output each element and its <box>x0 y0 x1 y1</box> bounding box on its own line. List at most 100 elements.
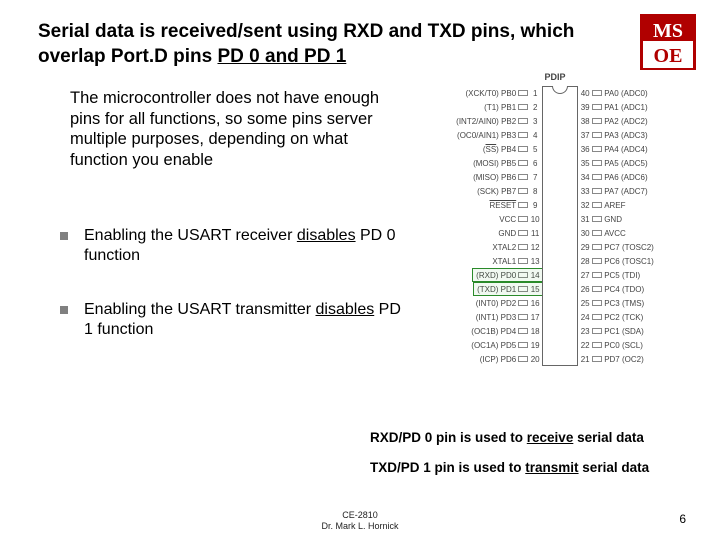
right-pin-column: 40PA0 (ADC0)39PA1 (ADC1)38PA2 (ADC2)37PA… <box>578 86 656 366</box>
pin-row-left: (T1) PB1 2 <box>482 100 542 114</box>
pin-lead <box>592 328 602 334</box>
pin-lead <box>518 314 528 320</box>
pin-label: (T1) PB1 <box>482 103 518 112</box>
pin-lead <box>592 174 602 180</box>
pin-label: (MISO) PB6 <box>471 173 518 182</box>
pin-number: 38 <box>578 117 592 126</box>
pin-number: 2 <box>528 103 542 112</box>
msoe-logo: MS OE <box>640 14 696 70</box>
caption-u: receive <box>527 430 574 445</box>
pin-number: 15 <box>528 285 542 294</box>
pin-lead <box>592 258 602 264</box>
pin-row-right: 38 PA2 (ADC2) <box>578 114 649 128</box>
pin-label: PC2 (TCK) <box>602 313 645 322</box>
pin-label: PA7 (ADC7) <box>602 187 649 196</box>
bullet-pre: Enabling the USART transmitter <box>84 301 316 318</box>
pin-label: (INT0) PD2 <box>474 299 518 308</box>
pin-label: RESET <box>488 201 519 210</box>
pin-number: 39 <box>578 103 592 112</box>
logo-top: MS <box>643 17 693 41</box>
pin-label: (TXD) PD1 <box>475 285 518 294</box>
bullet-list: Enabling the USART receiver disables PD … <box>60 226 410 374</box>
pin-label: (SS) PB4 <box>481 145 518 154</box>
slide-footer: CE-2810 Dr. Mark L. Hornick <box>0 510 720 532</box>
pin-label: (OC1B) PD4 <box>469 327 518 336</box>
pin-number: 34 <box>578 173 592 182</box>
pin-lead <box>592 90 602 96</box>
pin-number: 36 <box>578 145 592 154</box>
pin-number: 37 <box>578 131 592 140</box>
pin-number: 40 <box>578 89 592 98</box>
pin-row-left: (INT0) PD216 <box>474 296 542 310</box>
pin-lead <box>592 104 602 110</box>
pin-lead <box>592 188 602 194</box>
caption-txd: TXD/PD 1 pin is used to transmit serial … <box>370 460 649 475</box>
pin-label: PC1 (SDA) <box>602 327 646 336</box>
pin-lead <box>592 300 602 306</box>
pin-number: 11 <box>528 229 542 238</box>
pin-lead <box>592 132 602 138</box>
pin-label: PD7 (OC2) <box>602 355 646 364</box>
pin-lead <box>592 230 602 236</box>
bullet-item: Enabling the USART transmitter disables … <box>60 300 410 340</box>
pin-row-left: (OC0/AIN1) PB3 4 <box>455 128 542 142</box>
pin-number: 17 <box>528 313 542 322</box>
pin-number: 3 <box>528 117 542 126</box>
pin-lead <box>518 342 528 348</box>
pin-label: (RXD) PD0 <box>474 271 518 280</box>
pin-lead <box>518 174 528 180</box>
left-pin-column: (XCK/T0) PB01 (T1) PB1 2 (INT2/AIN0) PB2 3 (O… <box>454 86 542 366</box>
caption-u: transmit <box>525 460 578 475</box>
pin-number: 6 <box>528 159 542 168</box>
pinout-diagram: PDIP (XCK/T0) PB01(T1) PB12(INT2/AIN0) P… <box>405 72 705 366</box>
pin-row-left: XTAL2 12 <box>490 240 542 254</box>
pin-row-left: (INT1) PD3 17 <box>474 310 542 324</box>
pin-lead <box>592 244 602 250</box>
pin-number: 12 <box>528 243 542 252</box>
pin-label: (ICP) PD6 <box>478 355 518 364</box>
pin-lead <box>518 328 528 334</box>
pin-lead <box>518 258 528 264</box>
pin-label: (INT2/AIN0) PB2 <box>454 117 518 126</box>
pin-lead <box>518 286 528 292</box>
pin-label: PC7 (TOSC2) <box>602 243 656 252</box>
pin-row-right: 30AVCC <box>578 226 628 240</box>
pin-label: PA3 (ADC3) <box>602 131 649 140</box>
caption-b: serial data <box>579 460 650 475</box>
pin-row-left: (XCK/T0) PB01 <box>464 86 543 100</box>
caption-a: TXD/PD 1 pin is used to <box>370 460 525 475</box>
pin-number: 22 <box>578 341 592 350</box>
pin-row-right: 31 GND <box>578 212 624 226</box>
pin-label: AVCC <box>602 229 628 238</box>
pin-label: PA0 (ADC0) <box>602 89 649 98</box>
pin-label: GND <box>496 229 518 238</box>
pin-label: (OC0/AIN1) PB3 <box>455 131 518 140</box>
pin-row-right: 35PA5 (ADC5) <box>578 156 649 170</box>
pin-label: GND <box>602 215 624 224</box>
pin-number: 4 <box>528 131 542 140</box>
pin-label: (XCK/T0) PB0 <box>464 89 519 98</box>
pin-lead <box>592 202 602 208</box>
pin-number: 25 <box>578 299 592 308</box>
pin-number: 32 <box>578 201 592 210</box>
pin-lead <box>518 230 528 236</box>
pin-row-left: (MISO) PB67 <box>471 170 542 184</box>
pin-number: 31 <box>578 215 592 224</box>
pin-row-right: 29 PC7 (TOSC2) <box>578 240 656 254</box>
pin-label: XTAL2 <box>490 243 518 252</box>
chip-body <box>542 86 578 366</box>
pin-row-right: 24PC2 (TCK) <box>578 310 645 324</box>
pin-label: (INT1) PD3 <box>474 313 518 322</box>
pin-number: 29 <box>578 243 592 252</box>
pin-lead <box>518 132 528 138</box>
title-text-b: PD 0 and PD 1 <box>217 46 346 67</box>
pin-row-right: 32AREF <box>578 198 627 212</box>
pin-number: 35 <box>578 159 592 168</box>
pin-number: 28 <box>578 257 592 266</box>
pin-lead <box>592 146 602 152</box>
chip-wrap: (XCK/T0) PB01 (T1) PB1 2 (INT2/AIN0) PB2 3 (O… <box>405 86 705 366</box>
pin-row-right: 33PA7 (ADC7) <box>578 184 649 198</box>
pin-lead <box>592 286 602 292</box>
pin-label: PA2 (ADC2) <box>602 117 649 126</box>
pin-row-right: 22PC0 (SCL) <box>578 338 645 352</box>
